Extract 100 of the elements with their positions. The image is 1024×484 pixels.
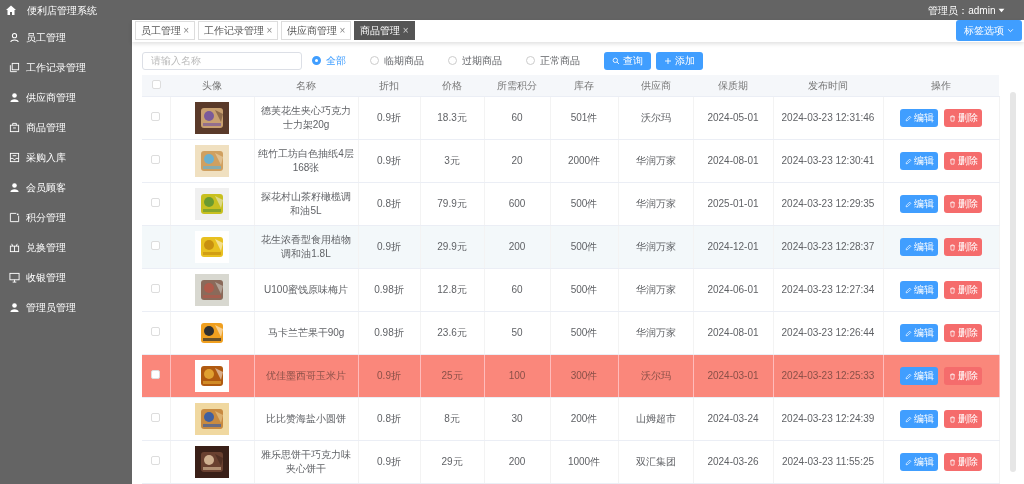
row-checkbox[interactable] (151, 284, 161, 294)
table-cell: 30 (511, 413, 523, 425)
row-checkbox[interactable] (151, 456, 161, 466)
user-menu[interactable]: 管理员：admin (928, 2, 1005, 18)
row-checkbox[interactable] (151, 370, 161, 380)
search-field[interactable]: 请输入名称 (142, 51, 302, 70)
tab-close[interactable]: × (339, 25, 346, 37)
delete-button[interactable]: 删除 (944, 152, 982, 171)
row-checkbox[interactable] (151, 112, 161, 122)
table-cell: 比比赞海盐小圆饼 (266, 413, 346, 425)
column-header: 名称 (296, 80, 316, 92)
tab-close[interactable]: × (402, 25, 409, 37)
tab-close[interactable]: × (183, 25, 190, 37)
row-checkbox[interactable] (151, 241, 161, 251)
edit-button[interactable]: 编辑 (900, 367, 938, 386)
table-cell: 20 (511, 155, 523, 167)
edit-button[interactable]: 编辑 (900, 324, 938, 343)
table-cell: 华润万家 (635, 155, 676, 167)
delete-button[interactable]: 删除 (944, 281, 982, 300)
search-button[interactable]: 查询 (604, 51, 651, 70)
tab[interactable]: 供应商管理 × (280, 21, 352, 41)
inbox-icon (9, 152, 20, 163)
table-cell: 0.9折 (377, 370, 401, 382)
column-header: 库存 (574, 80, 594, 92)
tab[interactable]: 工作记录管理 × (197, 21, 279, 41)
table-cell: 2024-03-26 (707, 456, 759, 468)
delete-button[interactable]: 删除 (944, 367, 982, 386)
table-cell: 0.98折 (374, 327, 404, 339)
scrollbar[interactable] (1009, 91, 1016, 472)
pencil-icon (904, 286, 912, 294)
delete-button[interactable]: 删除 (944, 324, 982, 343)
table-cell: 12.8元 (437, 284, 467, 296)
sidebar-item[interactable]: 供应商管理 (0, 82, 132, 113)
sidebar-item[interactable]: 采购入库 (0, 142, 132, 173)
trash-icon (948, 372, 956, 380)
table-cell: 500件 (570, 327, 598, 339)
row-checkbox[interactable] (151, 198, 161, 208)
edit-button[interactable]: 编辑 (900, 410, 938, 429)
caret-icon (998, 6, 1005, 14)
row-checkbox[interactable] (151, 327, 161, 337)
select-all-checkbox[interactable] (151, 80, 161, 90)
table-cell: 2000件 (567, 155, 601, 167)
tab-close[interactable]: × (266, 25, 273, 37)
table-cell: 300件 (570, 370, 598, 382)
sidebar-item[interactable]: 管理员管理 (0, 292, 132, 323)
table-cell: 29.9元 (437, 241, 467, 253)
tab-options-button[interactable]: 标签选项 (956, 20, 1022, 42)
sidebar-item[interactable]: 员工管理 (0, 22, 132, 53)
sidebar-item[interactable]: 商品管理 (0, 112, 132, 143)
delete-button[interactable]: 删除 (944, 453, 982, 472)
tab[interactable]: 员工管理 × (134, 21, 196, 41)
note-icon (9, 212, 20, 223)
table-cell: 200 (508, 241, 526, 253)
radio-option[interactable]: 过期商品 (448, 53, 502, 69)
edit-button[interactable]: 编辑 (900, 152, 938, 171)
table-cell: 2024-06-01 (707, 284, 759, 296)
row-checkbox[interactable] (151, 155, 161, 165)
sidebar-item[interactable]: 会员顾客 (0, 172, 132, 203)
sidebar-item[interactable]: 兑换管理 (0, 232, 132, 263)
plus-icon (664, 56, 672, 65)
table-cell: 501件 (570, 112, 598, 124)
row-checkbox[interactable] (151, 413, 161, 423)
tab[interactable]: 商品管理 × (353, 21, 415, 41)
add-button[interactable]: 添加 (656, 51, 703, 70)
table-cell: 0.98折 (374, 284, 404, 296)
delete-button[interactable]: 删除 (944, 109, 982, 128)
table-cell: 0.9折 (377, 112, 401, 124)
radio-option[interactable]: 临期商品 (370, 53, 424, 69)
pencil-icon (904, 157, 912, 165)
trash-icon (948, 286, 956, 294)
trash-icon (948, 114, 956, 122)
pencil-icon (904, 329, 912, 337)
edit-button[interactable]: 编辑 (900, 238, 938, 257)
delete-button[interactable]: 删除 (944, 195, 982, 214)
edit-button[interactable]: 编辑 (900, 109, 938, 128)
radio-option[interactable]: 全部 (312, 53, 346, 69)
edit-button[interactable]: 编辑 (900, 453, 938, 472)
search-icon (612, 56, 620, 65)
table-cell: 0.8折 (377, 413, 401, 425)
table-cell: 60 (511, 284, 523, 296)
pencil-icon (904, 200, 912, 208)
box-icon (9, 122, 20, 133)
column-header: 折扣 (379, 80, 399, 92)
sidebar-item[interactable]: 收银管理 (0, 262, 132, 293)
column-header: 价格 (442, 80, 462, 92)
user-icon (9, 302, 20, 313)
column-header: 头像 (202, 80, 222, 92)
table-cell: 沃尔玛 (640, 112, 671, 124)
sidebar-item[interactable]: 工作记录管理 (0, 52, 132, 83)
table-cell: 0.8折 (377, 198, 401, 210)
column-header: 供应商 (640, 80, 671, 92)
delete-button[interactable]: 删除 (944, 410, 982, 429)
monitor-icon (9, 272, 20, 283)
delete-button[interactable]: 删除 (944, 238, 982, 257)
sidebar-item[interactable]: 积分管理 (0, 202, 132, 233)
table-cell: 18.3元 (437, 112, 467, 124)
edit-button[interactable]: 编辑 (900, 281, 938, 300)
radio-option[interactable]: 正常商品 (526, 53, 580, 69)
edit-button[interactable]: 编辑 (900, 195, 938, 214)
user-icon (9, 182, 20, 193)
